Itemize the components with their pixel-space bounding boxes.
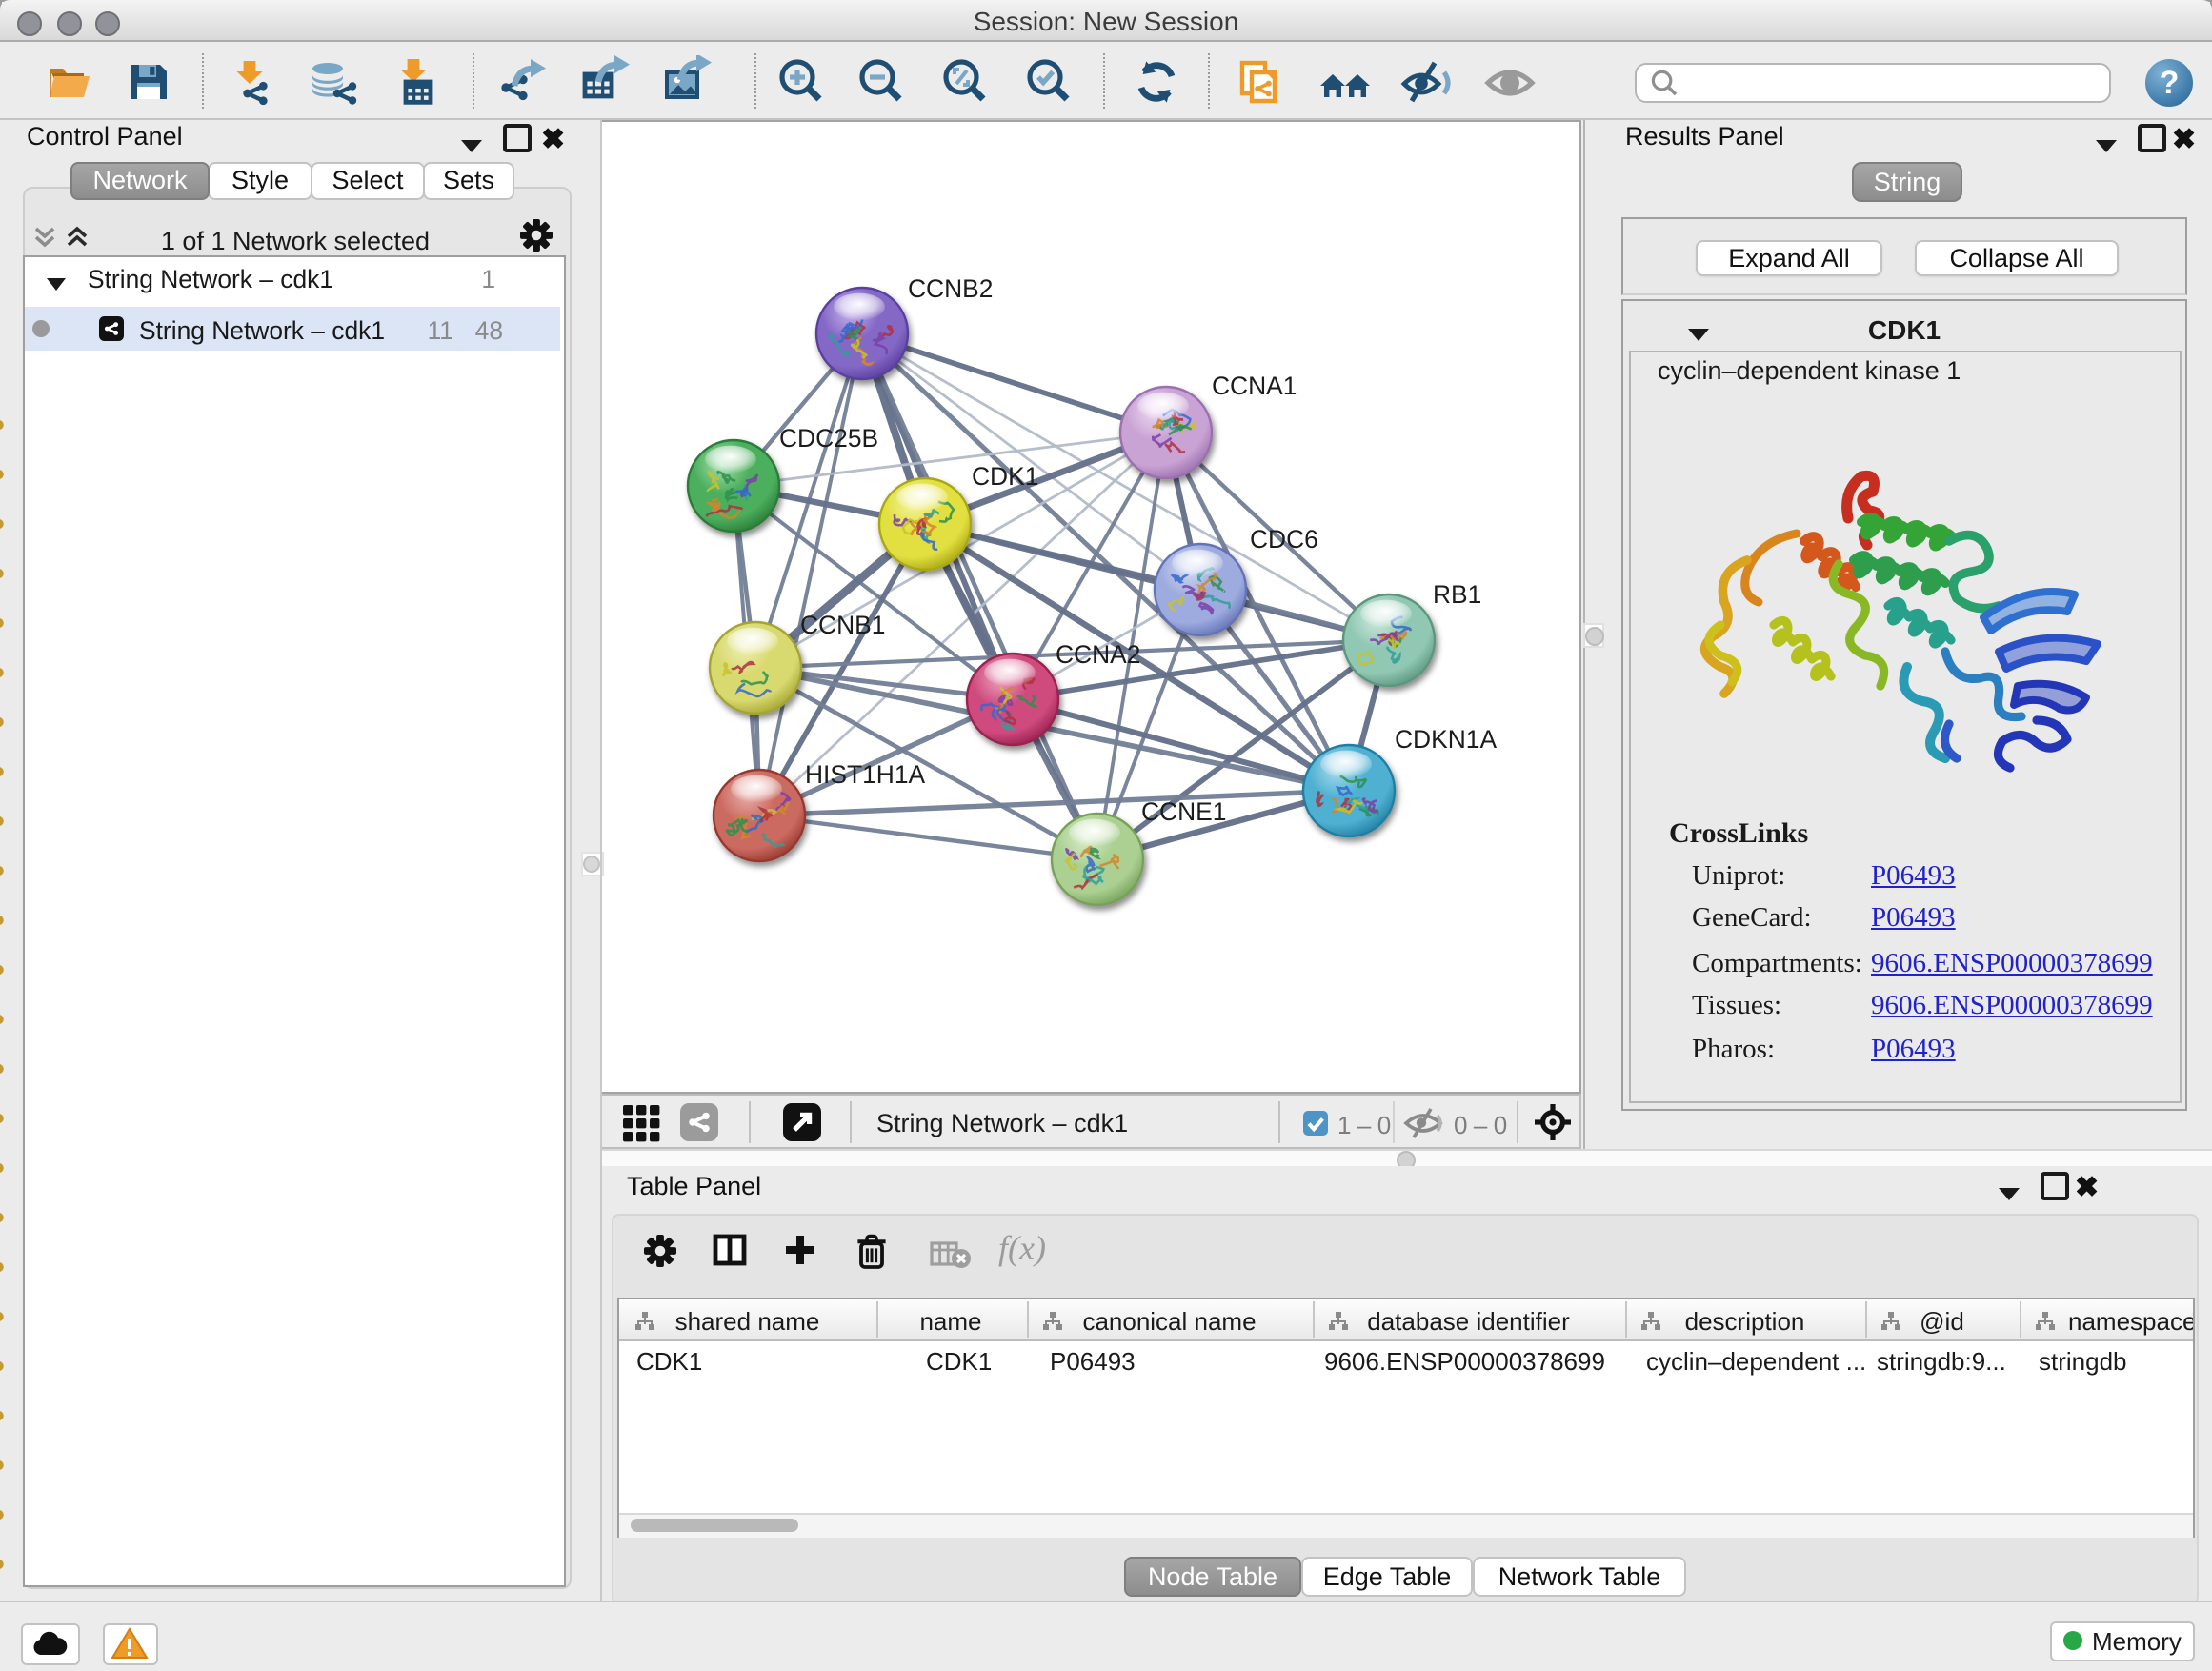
svg-text:RB1: RB1 xyxy=(1433,580,1481,609)
svg-text:HIST1H1A: HIST1H1A xyxy=(805,760,926,789)
svg-text:CCNA2: CCNA2 xyxy=(1056,640,1140,669)
svg-text:CCNB2: CCNB2 xyxy=(908,274,993,303)
svg-text:CDKN1A: CDKN1A xyxy=(1395,725,1497,754)
svg-text:CDK1: CDK1 xyxy=(972,462,1038,491)
svg-text:CDC6: CDC6 xyxy=(1250,525,1318,554)
svg-text:CCNE1: CCNE1 xyxy=(1141,797,1226,826)
svg-text:CCNB1: CCNB1 xyxy=(800,611,885,639)
svg-text:CCNA1: CCNA1 xyxy=(1212,372,1297,400)
svg-text:CDC25B: CDC25B xyxy=(779,424,878,453)
